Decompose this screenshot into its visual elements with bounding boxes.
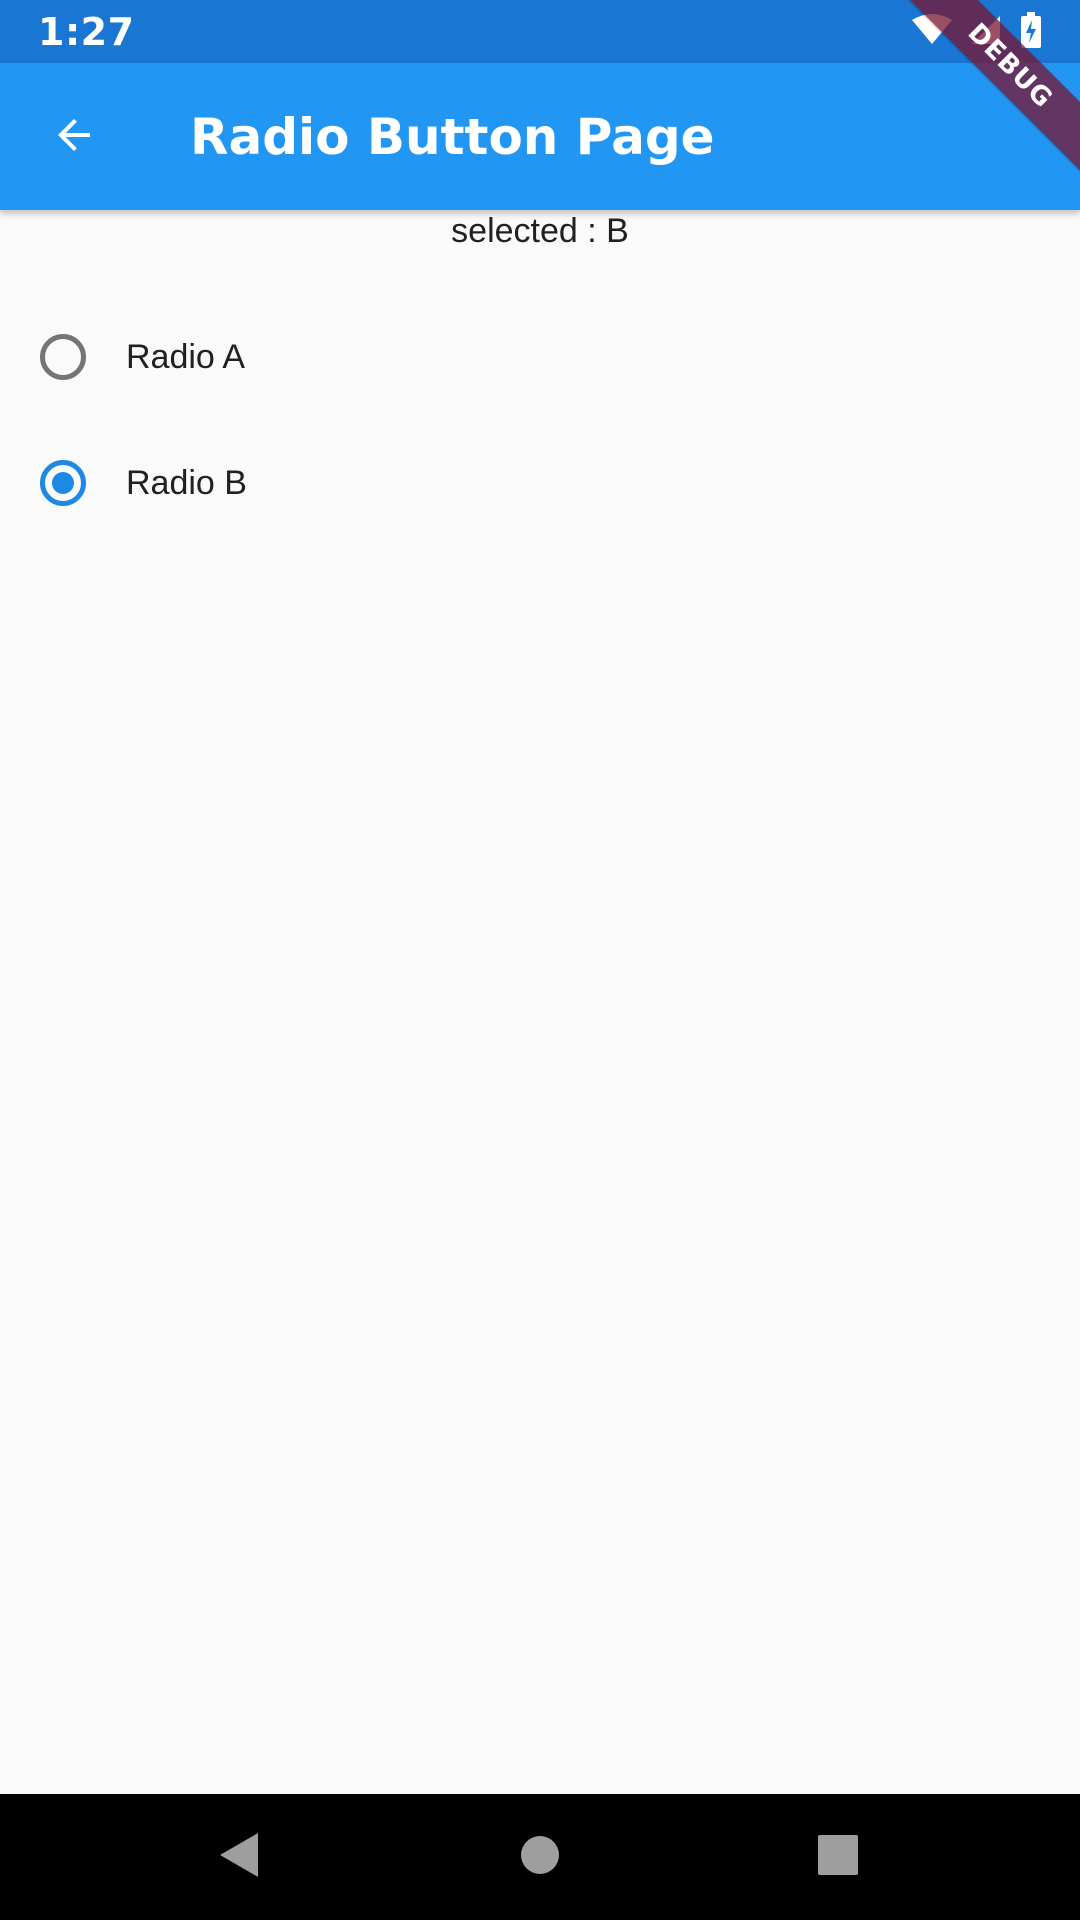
radio-label-b: Radio B <box>126 464 247 502</box>
status-time: 1:27 <box>38 10 135 54</box>
back-button[interactable] <box>32 95 116 179</box>
page-title: Radio Button Page <box>190 108 715 166</box>
selected-value-text: selected : B <box>451 212 629 250</box>
system-nav-bar <box>0 1794 1080 1920</box>
radio-row-a[interactable]: Radio A <box>0 294 1080 420</box>
radio-button-b[interactable] <box>40 460 86 506</box>
nav-recents-icon <box>818 1834 858 1880</box>
nav-back-icon <box>218 1831 262 1884</box>
status-bar: 1:27 <box>0 0 1080 63</box>
app-bar: Radio Button Page <box>0 63 1080 210</box>
arrow-back-icon <box>50 111 98 164</box>
battery-icon <box>1020 11 1042 53</box>
nav-home-icon <box>520 1835 560 1880</box>
wifi-icon <box>912 13 952 51</box>
radio-label-a: Radio A <box>126 338 246 376</box>
nav-back-button[interactable] <box>210 1827 270 1887</box>
nav-recents-button[interactable] <box>808 1827 868 1887</box>
cell-signal-icon <box>970 14 1002 51</box>
radio-button-a[interactable] <box>40 334 86 380</box>
status-icons <box>912 11 1042 53</box>
nav-home-button[interactable] <box>510 1827 570 1887</box>
radio-row-b[interactable]: Radio B <box>0 420 1080 546</box>
radio-selected-dot <box>52 472 74 494</box>
